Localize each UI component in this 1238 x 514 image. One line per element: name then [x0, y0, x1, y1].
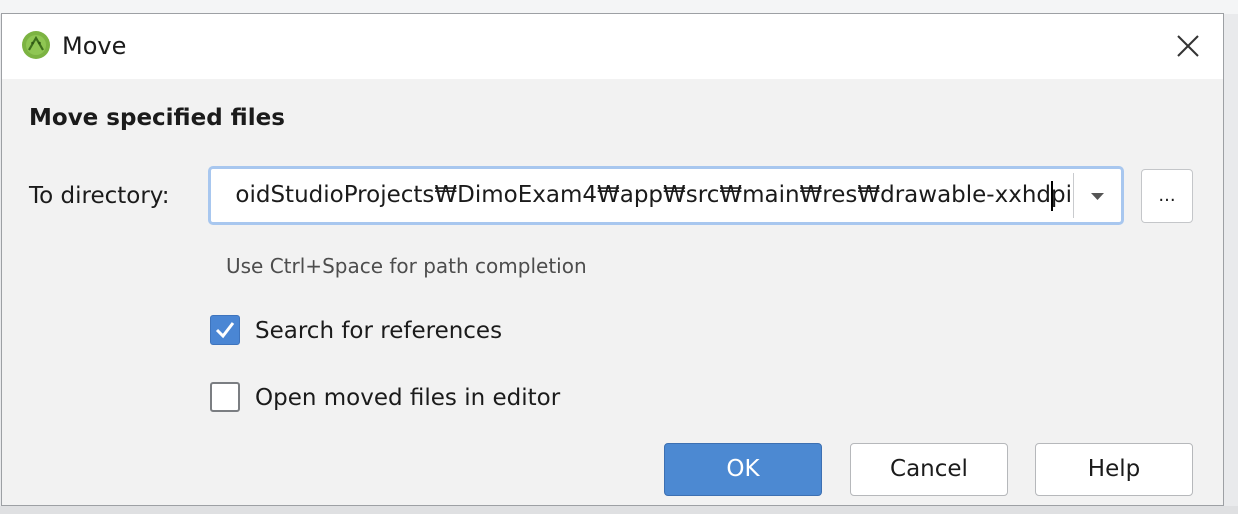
window-title: Move [62, 32, 127, 60]
close-icon[interactable] [1170, 28, 1206, 64]
android-studio-icon [22, 31, 50, 59]
text-caret [1051, 181, 1053, 211]
path-completion-hint: Use Ctrl+Space for path completion [226, 254, 587, 278]
directory-combobox[interactable]: oidStudioProjects₩DimoExam4₩app₩src₩main… [208, 166, 1124, 225]
triangle-down-icon[interactable] [1074, 169, 1121, 222]
browse-button[interactable]: ... [1141, 169, 1193, 223]
search-references-label[interactable]: Search for references [255, 318, 502, 344]
background-window-strip-bottom [0, 506, 1238, 514]
open-in-editor-checkbox[interactable] [210, 382, 240, 412]
move-dialog: Move Move specified files To directory: … [1, 13, 1224, 506]
search-references-checkbox[interactable] [210, 315, 240, 345]
to-directory-label: To directory: [29, 183, 170, 209]
ok-button[interactable]: OK [664, 443, 822, 496]
checkmark-icon [215, 322, 235, 339]
directory-value: oidStudioProjects₩DimoExam4₩app₩src₩main… [235, 182, 1072, 208]
help-button[interactable]: Help [1035, 443, 1193, 496]
directory-input[interactable]: oidStudioProjects₩DimoExam4₩app₩src₩main… [215, 171, 1072, 220]
cancel-button[interactable]: Cancel [850, 443, 1008, 496]
dialog-heading: Move specified files [29, 105, 285, 131]
title-bar: Move [2, 14, 1223, 79]
background-window-strip [0, 0, 1238, 14]
open-in-editor-label[interactable]: Open moved files in editor [255, 385, 560, 411]
